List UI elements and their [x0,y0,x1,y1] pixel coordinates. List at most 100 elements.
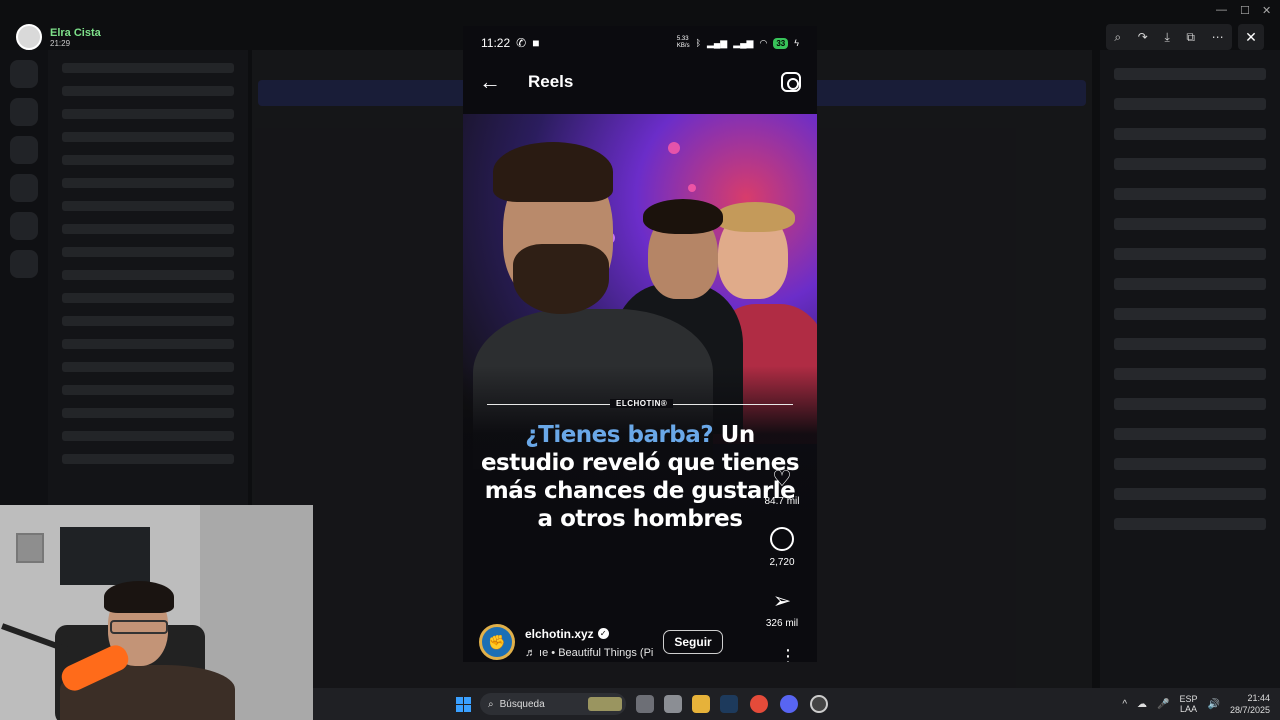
wall-frame [16,533,44,563]
photoshop-icon[interactable] [720,695,738,713]
author-name[interactable]: elchotin.xyz [525,627,594,641]
channel-item[interactable] [62,201,234,211]
member-item[interactable] [1114,278,1266,290]
tray-overflow-icon[interactable]: ^ [1122,699,1127,710]
member-item[interactable] [1114,68,1266,80]
open-external-icon[interactable]: ⧉ [1186,30,1195,45]
onedrive-icon[interactable]: ☁ [1137,699,1147,710]
viewer-close-button[interactable]: ✕ [1238,24,1264,50]
member-item[interactable] [1114,338,1266,350]
streamer-glasses [110,620,168,634]
windows-start-icon[interactable] [456,697,471,712]
channel-item[interactable] [62,224,234,234]
keyboard-language[interactable]: ESP LAA [1179,694,1197,714]
zoom-icon[interactable]: ⌕ [1114,30,1121,45]
channel-item[interactable] [62,132,234,142]
channel-item[interactable] [62,109,234,119]
member-item[interactable] [1114,368,1266,380]
member-item[interactable] [1114,488,1266,500]
file-explorer-icon[interactable] [692,695,710,713]
windows-taskbar: ⌕ Búsqueda ^ ☁ 🎤 ESP LAA 🔊 21:44 28/7/20… [313,688,1280,720]
maximize-icon[interactable]: ☐ [1240,4,1250,17]
channel-item[interactable] [62,431,234,441]
member-item[interactable] [1114,188,1266,200]
author-avatar[interactable]: ✊ [479,624,515,660]
member-item[interactable] [1114,98,1266,110]
charging-icon: ϟ [794,38,799,48]
window-close-icon[interactable]: ✕ [1262,4,1271,17]
phone-screenshot: 11:22 ✆ ■ 5.33 KB/s ᛒ ▂▄▆ ▂▄▆ ◠ 33 ϟ ← R… [463,26,817,662]
channel-item[interactable] [62,86,234,96]
member-item[interactable] [1114,308,1266,320]
bokeh-light [688,184,696,192]
share-action[interactable]: ➢ 326 mil [766,588,798,629]
media-viewer-toolbar: ⌕ ↷ ⤓ ⧉ ⋯ [1106,24,1232,50]
server-icon[interactable] [10,250,38,278]
comment-count: 2,720 [769,557,795,568]
wifi-icon: ◠ [759,37,768,48]
language-code: ESP [1179,694,1198,704]
server-icon[interactable] [10,60,38,88]
download-icon[interactable]: ⤓ [1164,30,1169,45]
volume-icon[interactable]: 🔊 [1208,699,1220,710]
comment-action[interactable]: 2,720 [769,527,795,568]
music-info[interactable]: ♬ ıe • Beautiful Things (Pi [525,647,653,659]
comment-icon[interactable] [770,527,794,551]
channel-item[interactable] [62,408,234,418]
server-icon[interactable] [10,98,38,126]
server-icon[interactable] [10,136,38,164]
server-icon[interactable] [10,212,38,240]
like-action[interactable]: ♡ 84.7 mil [764,466,799,507]
member-item[interactable] [1114,458,1266,470]
streamer-hair [104,581,174,613]
page-title: Reels [528,72,574,91]
avatar[interactable] [16,24,42,50]
member-item[interactable] [1114,428,1266,440]
discord-icon[interactable] [780,695,798,713]
member-list [1100,50,1280,690]
camera-icon[interactable] [781,72,801,92]
channel-item[interactable] [62,178,234,188]
send-icon[interactable]: ➢ [773,588,791,616]
channel-item[interactable] [62,247,234,257]
signal-icon: ▂▄▆ [707,37,728,48]
member-item[interactable] [1114,218,1266,230]
member-item[interactable] [1114,248,1266,260]
task-view-icon[interactable] [636,695,654,713]
channel-item[interactable] [62,293,234,303]
microphone-icon[interactable]: 🎤 [1157,699,1169,710]
member-item[interactable] [1114,398,1266,410]
reel-headline: ¿Tienes barba? Un estudio reveló que tie… [477,421,803,533]
channel-item[interactable] [62,454,234,464]
more-options-icon[interactable]: ⋯ [1212,30,1224,44]
taskbar-clock[interactable]: 21:44 28/7/2025 [1230,692,1270,716]
app-icon[interactable] [664,695,682,713]
heart-icon[interactable]: ♡ [772,466,792,494]
minimize-icon[interactable]: — [1216,4,1227,16]
chrome-icon[interactable] [750,695,768,713]
more-vertical-icon[interactable]: ⋮ [779,646,797,662]
channel-item[interactable] [62,155,234,165]
like-count: 84.7 mil [764,496,800,507]
taskbar-search[interactable]: ⌕ Búsqueda [480,693,626,715]
app-icon[interactable] [810,695,828,713]
member-item[interactable] [1114,128,1266,140]
channel-item[interactable] [62,316,234,326]
phone-status-bar: 11:22 ✆ ■ 5.33 KB/s ᛒ ▂▄▆ ▂▄▆ ◠ 33 ϟ [463,26,817,60]
person-hair [643,199,723,234]
follow-button[interactable]: Seguir [663,630,723,654]
channel-item[interactable] [62,385,234,395]
channel-item[interactable] [62,339,234,349]
person-hair [493,142,613,202]
uploader-name: Elra Cista [50,26,101,39]
channel-item[interactable] [62,270,234,280]
channel-item[interactable] [62,362,234,372]
member-item[interactable] [1114,518,1266,530]
member-item[interactable] [1114,158,1266,170]
forward-icon[interactable]: ↷ [1138,30,1148,44]
server-icon[interactable] [10,174,38,202]
reels-header: ← Reels [463,60,817,104]
back-arrow-icon[interactable]: ← [479,69,515,95]
reel-author: ✊ elchotin.xyz ✓ ♬ ıe • Beautiful Things … [479,624,799,660]
channel-item[interactable] [62,63,234,73]
